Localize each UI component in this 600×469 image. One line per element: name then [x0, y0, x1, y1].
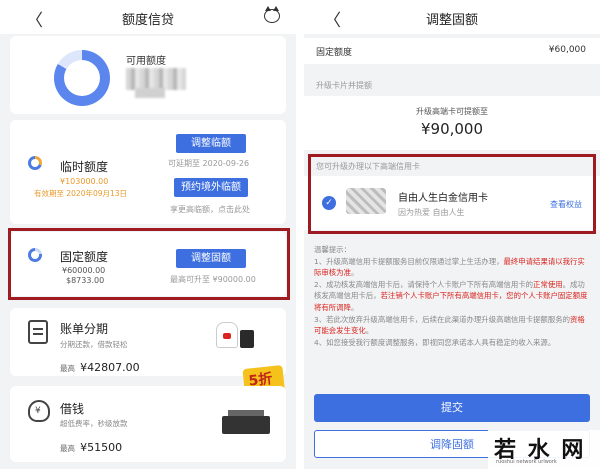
submit-button[interactable]: 提交	[314, 394, 590, 422]
installment-icon	[28, 320, 48, 344]
loan-sub: 超低费率，秒级放款	[60, 419, 128, 428]
temp-limit-card: 临时额度 ¥103000.00 有效期至 2020年09月13日 调整临额 可延…	[10, 120, 286, 224]
watermark-sub: ruoshui network urlwork	[496, 459, 557, 465]
temp-limit-title: 临时额度	[60, 160, 109, 174]
overseas-note: 享更高临额，点击此处	[170, 205, 250, 214]
overseas-temp-button[interactable]: 预约境外临额	[174, 178, 248, 197]
available-limit-label: 可用额度	[126, 56, 166, 67]
highlight-box-fixed	[8, 228, 290, 300]
loan-max-value: ¥51500	[80, 441, 123, 454]
blurred-amount-2	[135, 88, 165, 98]
upgrade-amount: ¥90,000	[420, 120, 484, 138]
tips-title: 温馨提示：	[314, 245, 351, 254]
tip-2: 2、成功核发高端信用卡后，请保持个人卡账户下所有高端信用卡的正常使用。成功核发高…	[314, 279, 588, 312]
available-limit-card: 可用额度	[10, 36, 286, 114]
appliance-illustration	[240, 330, 254, 348]
installment-max: 最高 ¥42807.00	[60, 356, 140, 375]
money-bag-icon: ¥	[28, 400, 50, 422]
installment-max-label: 最高	[60, 364, 75, 373]
installment-max-value: ¥42807.00	[80, 361, 140, 374]
limit-ring-chart	[54, 50, 110, 106]
fixed-limit-label: 固定额度	[316, 48, 353, 58]
nav-bar: 〈 调整固额	[304, 0, 600, 34]
loan-max-label: 最高	[60, 444, 75, 453]
upgrade-panel: 升级高端卡可提额至 ¥90,000	[304, 96, 600, 150]
temp-limit-amount: ¥103000.00	[60, 177, 109, 186]
tip-1: 1、升级高端信用卡提额服务目前仅限通过掌上生活办理，最终申请结果请以我行实际审核…	[314, 256, 585, 278]
upgrade-sub: 升级高端卡可提额至	[416, 107, 488, 116]
tip-4: 4、如您接受我行额度调整服务，即视同您承诺本人具有稳定的收入来源。	[314, 337, 556, 347]
temp-extend-note: 可延期至 2020-09-26	[168, 159, 250, 168]
temp-valid-until: 有效期至 2020年09月13日	[34, 189, 128, 198]
upgrade-section-label: 升级卡片并提额	[316, 81, 372, 90]
loan-card[interactable]: ¥ 借钱 超低费率，秒级放款 最高 ¥51500	[10, 386, 286, 462]
nav-bar: 〈 额度信贷	[0, 0, 296, 34]
lucky-cat-illustration	[216, 322, 238, 348]
installment-card[interactable]: 账单分期 分期还款，借款轻松 最高 ¥42807.00	[10, 308, 286, 376]
adjust-temp-button[interactable]: 调整临额	[176, 134, 246, 153]
loan-title: 借钱	[60, 402, 85, 416]
temp-ring-icon	[28, 156, 42, 170]
cat-mascot-icon[interactable]	[264, 6, 280, 23]
page-title: 调整固额	[425, 13, 478, 28]
blurred-amount	[126, 68, 186, 90]
tip-3: 3、若此次放弃升级高端信用卡，后续在此渠道办理升级高端信用卡提额服务的资格可能会…	[314, 314, 585, 336]
fixed-limit-row: 固定额度 ¥60,000	[304, 38, 600, 64]
watermark: 若 水 网 ruoshui network urlwork	[488, 430, 600, 469]
installment-title: 账单分期	[60, 322, 109, 336]
adjust-fixed-limit-screen: 〈 调整固额 固定额度 ¥60,000 升级卡片并提额 升级高端卡可提额至 ¥9…	[304, 0, 600, 469]
printer-illustration	[222, 410, 270, 434]
highlight-box-card	[308, 154, 596, 234]
fixed-limit-value: ¥60,000	[548, 45, 586, 55]
tips-block: 温馨提示： 1、升级高端信用卡提额服务目前仅限通过掌上生活办理，最终申请结果请以…	[314, 244, 590, 348]
loan-max: 最高 ¥51500	[60, 436, 122, 455]
installment-sub: 分期还款，借款轻松	[60, 340, 128, 349]
credit-limit-screen: 〈 额度信贷 可用额度 临时额度 ¥103000.00 有效期至 2020年09…	[0, 0, 296, 469]
page-title: 额度信贷	[121, 13, 174, 28]
